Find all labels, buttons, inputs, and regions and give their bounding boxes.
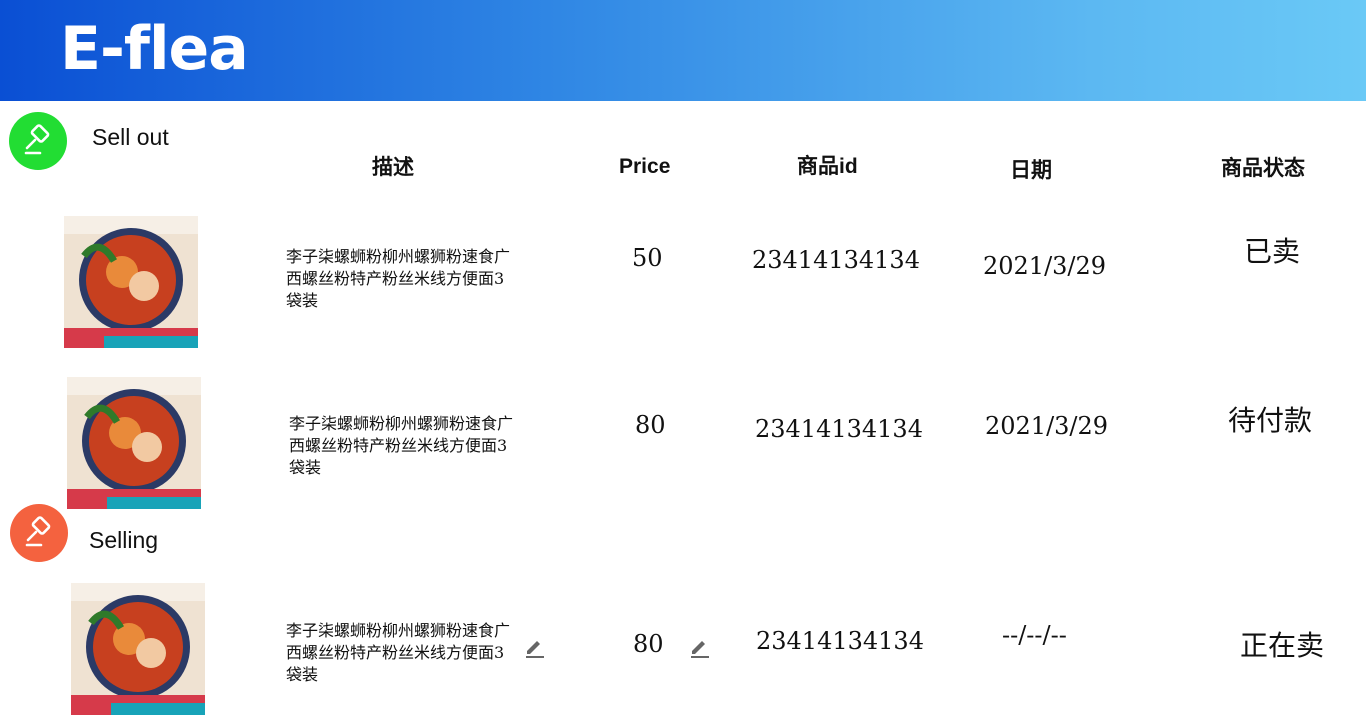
product-date: 2021/3/29 [985,412,1109,440]
column-header-product-id: 商品id [797,155,858,178]
column-header-description: 描述 [372,156,414,179]
column-header-status: 商品状态 [1221,157,1305,180]
product-image[interactable] [71,583,205,715]
product-id: 23414134134 [756,627,924,655]
product-price: 80 [635,411,666,439]
column-header-date: 日期 [1010,159,1052,182]
product-id: 23414134134 [752,246,920,274]
sold-section-gavel-icon [9,112,67,170]
selling-section-title: Selling [89,527,159,553]
product-description: 李子柒螺蛳粉柳州螺狮粉速食广西螺丝粉特产粉丝米线方便面3袋装 [289,414,514,477]
sold-section-title: Sell out [92,124,169,150]
product-date: --/--/-- [1002,621,1067,649]
app-title: E-flea [60,14,249,84]
product-description: 李子柒螺蛳粉柳州螺狮粉速食广西螺丝粉特产粉丝米线方便面3袋装 [286,621,511,684]
app-header: E-flea [0,0,1366,101]
product-image[interactable] [67,377,201,509]
product-date: 2021/3/29 [983,252,1107,280]
product-price: 80 [633,630,664,658]
product-price: 50 [632,244,663,272]
product-description: 李子柒螺蛳粉柳州螺狮粉速食广西螺丝粉特产粉丝米线方便面3袋装 [286,247,511,310]
product-status: 待付款 [1228,404,1313,437]
product-status: 已卖 [1244,235,1301,268]
selling-section-gavel-icon [10,504,68,562]
edit-price-pencil-icon[interactable] [688,636,712,660]
edit-description-pencil-icon[interactable] [523,636,547,660]
product-id: 23414134134 [755,415,923,443]
product-image[interactable] [64,216,198,348]
product-status: 正在卖 [1240,629,1325,662]
column-header-price: Price [619,155,671,178]
